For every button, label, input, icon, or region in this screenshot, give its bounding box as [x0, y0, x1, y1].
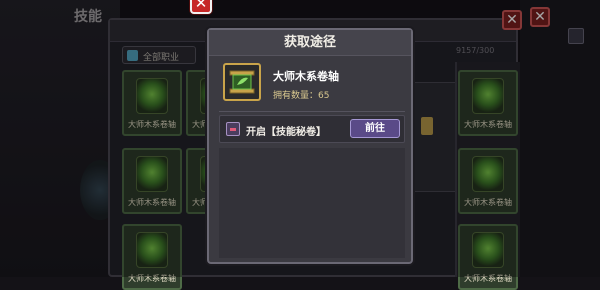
source-row: 开启【技能秘卷】 前往	[219, 115, 405, 143]
go-button[interactable]: 前往	[350, 119, 400, 138]
item-info: 大师木系卷轴 拥有数量：65	[219, 63, 405, 113]
source-label: 开启【技能秘卷】	[246, 127, 326, 138]
acquire-path-modal: 获取途径 大师木系卷轴 拥有数量：65 开启【技能秘卷】 前往	[207, 28, 413, 264]
item-name: 大师木系卷轴	[273, 70, 339, 83]
close-icon[interactable]: ✕	[190, 0, 212, 14]
modal-empty-area	[219, 148, 405, 258]
skill-chest-icon	[226, 122, 240, 136]
divider	[219, 111, 405, 112]
modal-title: 获取途径	[209, 30, 411, 56]
item-quantity: 拥有数量：65	[273, 91, 330, 101]
wood-scroll-icon	[223, 63, 261, 101]
